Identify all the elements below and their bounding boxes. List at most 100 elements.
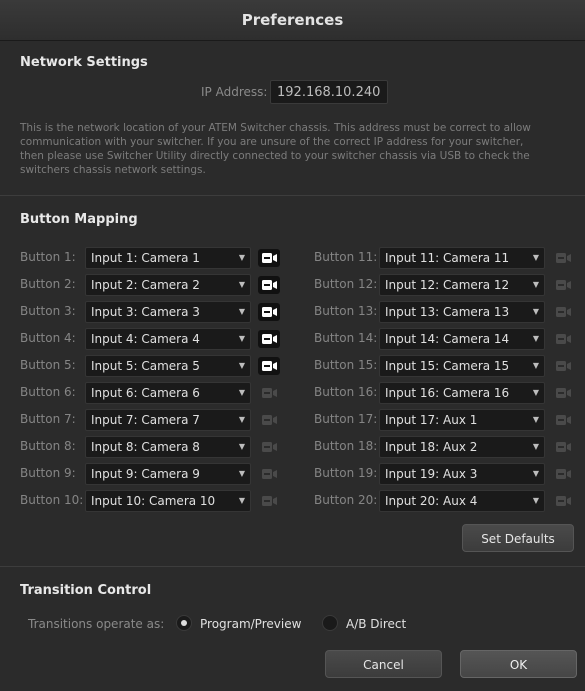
input-select-value: Input 8: Camera 8 [91, 440, 200, 454]
divider [0, 566, 585, 567]
button-mapping-title: Button Mapping [20, 212, 138, 227]
chevron-down-icon: ▼ [238, 361, 245, 370]
button-mapping-label: Button 19: [314, 466, 378, 480]
transition-control-title: Transition Control [20, 583, 152, 598]
chevron-down-icon: ▼ [532, 442, 539, 451]
button-mapping-label: Button 17: [314, 412, 378, 426]
input-select-value: Input 3: Camera 3 [91, 305, 200, 319]
input-select[interactable]: Input 2: Camera 2 ▼ [85, 274, 251, 296]
input-select[interactable]: Input 20: Aux 4 ▼ [379, 490, 545, 512]
camera-icon[interactable] [258, 249, 280, 267]
network-settings-title: Network Settings [20, 55, 148, 70]
input-select[interactable]: Input 3: Camera 3 ▼ [85, 301, 251, 323]
input-select-value: Input 11: Camera 11 [385, 251, 510, 265]
input-select-value: Input 5: Camera 5 [91, 359, 200, 373]
input-select[interactable]: Input 16: Camera 16 ▼ [379, 382, 545, 404]
input-select-value: Input 15: Camera 15 [385, 359, 510, 373]
chevron-down-icon: ▼ [532, 334, 539, 343]
input-select-value: Input 4: Camera 4 [91, 332, 200, 346]
input-select[interactable]: Input 14: Camera 14 ▼ [379, 328, 545, 350]
camera-icon[interactable] [258, 357, 280, 375]
ab-direct-label[interactable]: A/B Direct [346, 617, 406, 631]
button-mapping-label: Button 1: [20, 250, 76, 264]
input-select-value: Input 13: Camera 13 [385, 305, 510, 319]
radio-ab-direct[interactable] [322, 615, 338, 631]
input-select[interactable]: Input 7: Camera 7 ▼ [85, 409, 251, 431]
input-select-value: Input 16: Camera 16 [385, 386, 510, 400]
input-select[interactable]: Input 17: Aux 1 ▼ [379, 409, 545, 431]
input-select[interactable]: Input 11: Camera 11 ▼ [379, 247, 545, 269]
camera-icon[interactable] [258, 411, 280, 429]
input-select-value: Input 10: Camera 10 [91, 494, 216, 508]
chevron-down-icon: ▼ [532, 361, 539, 370]
input-select-value: Input 2: Camera 2 [91, 278, 200, 292]
button-mapping-label: Button 12: [314, 277, 378, 291]
button-mapping-label: Button 18: [314, 439, 378, 453]
button-mapping-label: Button 5: [20, 358, 76, 372]
ip-address-input[interactable]: 192.168.10.240 [270, 80, 388, 104]
camera-icon[interactable] [258, 465, 280, 483]
chevron-down-icon: ▼ [238, 415, 245, 424]
chevron-down-icon: ▼ [532, 253, 539, 262]
camera-icon[interactable] [258, 492, 280, 510]
program-preview-label[interactable]: Program/Preview [200, 617, 301, 631]
camera-icon[interactable] [552, 411, 574, 429]
camera-icon[interactable] [552, 492, 574, 510]
chevron-down-icon: ▼ [532, 415, 539, 424]
chevron-down-icon: ▼ [532, 388, 539, 397]
camera-icon[interactable] [258, 303, 280, 321]
radio-program-preview[interactable] [176, 615, 192, 631]
input-select-value: Input 12: Camera 12 [385, 278, 510, 292]
input-select-value: Input 9: Camera 9 [91, 467, 200, 481]
input-select[interactable]: Input 13: Camera 13 ▼ [379, 301, 545, 323]
input-select[interactable]: Input 6: Camera 6 ▼ [85, 382, 251, 404]
input-select[interactable]: Input 1: Camera 1 ▼ [85, 247, 251, 269]
button-mapping-label: Button 13: [314, 304, 378, 318]
input-select[interactable]: Input 18: Aux 2 ▼ [379, 436, 545, 458]
camera-icon[interactable] [552, 330, 574, 348]
cancel-button[interactable]: Cancel [325, 650, 442, 678]
input-select[interactable]: Input 5: Camera 5 ▼ [85, 355, 251, 377]
chevron-down-icon: ▼ [532, 280, 539, 289]
camera-icon[interactable] [552, 384, 574, 402]
radio-selected-dot [181, 620, 187, 626]
input-select[interactable]: Input 4: Camera 4 ▼ [85, 328, 251, 350]
set-defaults-button[interactable]: Set Defaults [462, 524, 574, 552]
input-select-value: Input 20: Aux 4 [385, 494, 478, 508]
button-mapping-label: Button 2: [20, 277, 76, 291]
input-select[interactable]: Input 12: Camera 12 ▼ [379, 274, 545, 296]
button-mapping-label: Button 6: [20, 385, 76, 399]
button-mapping-label: Button 10: [20, 493, 84, 507]
input-select[interactable]: Input 15: Camera 15 ▼ [379, 355, 545, 377]
window-title: Preferences [0, 0, 585, 41]
button-mapping-label: Button 16: [314, 385, 378, 399]
camera-icon[interactable] [552, 276, 574, 294]
input-select[interactable]: Input 8: Camera 8 ▼ [85, 436, 251, 458]
camera-icon[interactable] [552, 357, 574, 375]
camera-icon[interactable] [552, 465, 574, 483]
input-select[interactable]: Input 10: Camera 10 ▼ [85, 490, 251, 512]
chevron-down-icon: ▼ [532, 469, 539, 478]
camera-icon[interactable] [258, 330, 280, 348]
input-select[interactable]: Input 9: Camera 9 ▼ [85, 463, 251, 485]
camera-icon[interactable] [258, 438, 280, 456]
chevron-down-icon: ▼ [238, 388, 245, 397]
input-select-value: Input 17: Aux 1 [385, 413, 478, 427]
camera-icon[interactable] [258, 384, 280, 402]
network-description: This is the network location of your ATE… [20, 122, 531, 176]
input-select-value: Input 18: Aux 2 [385, 440, 478, 454]
button-mapping-label: Button 7: [20, 412, 76, 426]
chevron-down-icon: ▼ [238, 307, 245, 316]
camera-icon[interactable] [552, 438, 574, 456]
input-select[interactable]: Input 19: Aux 3 ▼ [379, 463, 545, 485]
button-mapping-label: Button 14: [314, 331, 378, 345]
ok-button[interactable]: OK [460, 650, 577, 678]
camera-icon[interactable] [258, 276, 280, 294]
chevron-down-icon: ▼ [532, 307, 539, 316]
input-select-value: Input 14: Camera 14 [385, 332, 510, 346]
button-mapping-label: Button 4: [20, 331, 76, 345]
chevron-down-icon: ▼ [238, 496, 245, 505]
camera-icon[interactable] [552, 303, 574, 321]
camera-icon[interactable] [552, 249, 574, 267]
ip-address-label: IP Address: [201, 85, 268, 99]
